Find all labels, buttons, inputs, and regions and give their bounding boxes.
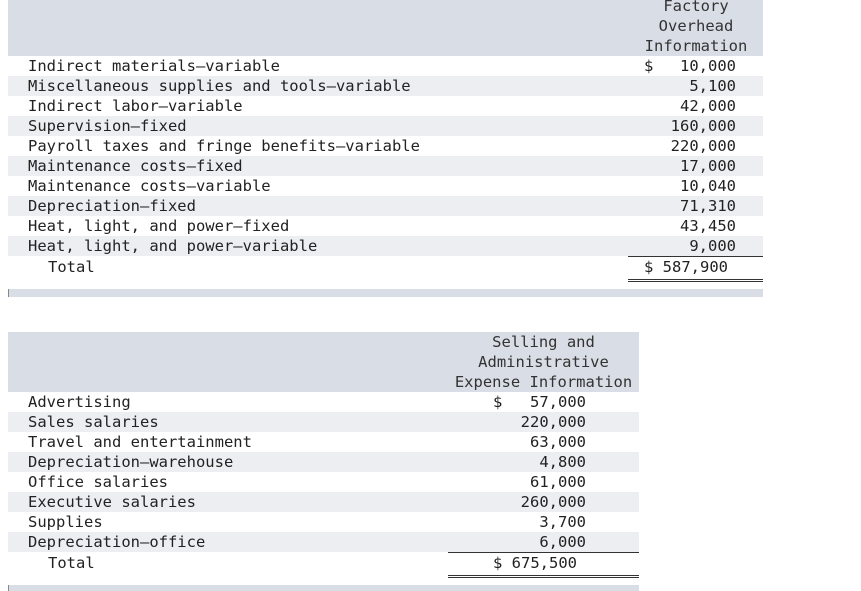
factory-row: Supervision—fixed 160,000 <box>8 116 763 136</box>
row-label: Advertising <box>28 393 131 411</box>
selling-total-row: Total $ 675,500 <box>8 552 639 578</box>
row-value: 43,450 <box>680 217 736 235</box>
row-value: 260,000 <box>520 493 586 511</box>
row-value: 71,310 <box>680 197 736 215</box>
row-value: 4,800 <box>539 453 586 471</box>
factory-row: Miscellaneous supplies and tools—variabl… <box>8 76 763 96</box>
row-label: Office salaries <box>28 473 168 491</box>
selling-row: Depreciation—office 6,000 <box>8 532 639 552</box>
row-label: Heat, light, and power—variable <box>28 237 318 255</box>
row-value: 220,000 <box>670 137 736 155</box>
currency-symbol: $ <box>644 57 654 75</box>
row-label: Supplies <box>28 513 103 531</box>
row-label: Miscellaneous supplies and tools—variabl… <box>28 77 411 95</box>
selling-footer-bar <box>8 585 639 591</box>
selling-column-header: Selling and Administrative Expense Infor… <box>454 333 633 391</box>
row-label: Depreciation—office <box>28 533 206 551</box>
total-label: Total <box>48 258 95 276</box>
factory-row: Maintenance costs—fixed 17,000 <box>8 156 763 176</box>
row-value: 57,000 <box>530 393 586 411</box>
row-value: 61,000 <box>530 473 586 491</box>
selling-row: Sales salaries 220,000 <box>8 412 639 432</box>
row-label: Executive salaries <box>28 493 196 511</box>
row-value: 220,000 <box>520 413 586 431</box>
row-label: Indirect materials—variable <box>28 57 280 75</box>
selling-row: Travel and entertainment 63,000 <box>8 432 639 452</box>
factory-total-row: Total $ 587,900 <box>8 256 763 282</box>
row-value: 17,000 <box>680 157 736 175</box>
row-value: 63,000 <box>530 433 586 451</box>
row-value: 6,000 <box>539 533 586 551</box>
row-value: 3,700 <box>539 513 586 531</box>
factory-row: Heat, light, and power—variable 9,000 <box>8 236 763 256</box>
row-value: 5,100 <box>689 77 736 95</box>
factory-row: Depreciation—fixed 71,310 <box>8 196 763 216</box>
row-label: Maintenance costs—fixed <box>28 157 243 175</box>
total-value: $ 587,900 <box>644 258 728 276</box>
row-label: Indirect labor—variable <box>28 97 243 115</box>
total-label: Total <box>48 554 95 572</box>
row-value: 10,040 <box>680 177 736 195</box>
factory-row: Maintenance costs—variable 10,040 <box>8 176 763 196</box>
selling-row: Depreciation—warehouse 4,800 <box>8 452 639 472</box>
row-value: 9,000 <box>689 237 736 255</box>
selling-row: Office salaries 61,000 <box>8 472 639 492</box>
currency-symbol: $ <box>493 393 503 411</box>
selling-admin-table: Selling and Administrative Expense Infor… <box>8 332 639 591</box>
factory-row: Indirect materials—variable $ 10,000 <box>8 56 763 76</box>
row-label: Heat, light, and power—fixed <box>28 217 290 235</box>
row-label: Travel and entertainment <box>28 433 252 451</box>
factory-row: Payroll taxes and fringe benefits—variab… <box>8 136 763 156</box>
total-value: $ 675,500 <box>493 554 577 572</box>
row-label: Depreciation—warehouse <box>28 453 234 471</box>
row-label: Depreciation—fixed <box>28 197 196 215</box>
row-value: 42,000 <box>680 97 736 115</box>
row-label: Sales salaries <box>28 413 159 431</box>
row-label: Maintenance costs—variable <box>28 177 271 195</box>
row-value: 10,000 <box>680 57 736 75</box>
factory-row: Indirect labor—variable 42,000 <box>8 96 763 116</box>
selling-row: Supplies 3,700 <box>8 512 639 532</box>
row-label: Supervision—fixed <box>28 117 187 135</box>
factory-row: Heat, light, and power—fixed 43,450 <box>8 216 763 236</box>
factory-footer-bar <box>8 289 763 297</box>
selling-row: Advertising $ 57,000 <box>8 392 639 412</box>
row-value: 160,000 <box>670 117 736 135</box>
factory-column-header: Factory Overhead Information <box>644 0 748 55</box>
row-label: Payroll taxes and fringe benefits—variab… <box>28 137 420 155</box>
factory-overhead-table: Factory Overhead Information Indirect ma… <box>8 0 763 300</box>
selling-row: Executive salaries 260,000 <box>8 492 639 512</box>
